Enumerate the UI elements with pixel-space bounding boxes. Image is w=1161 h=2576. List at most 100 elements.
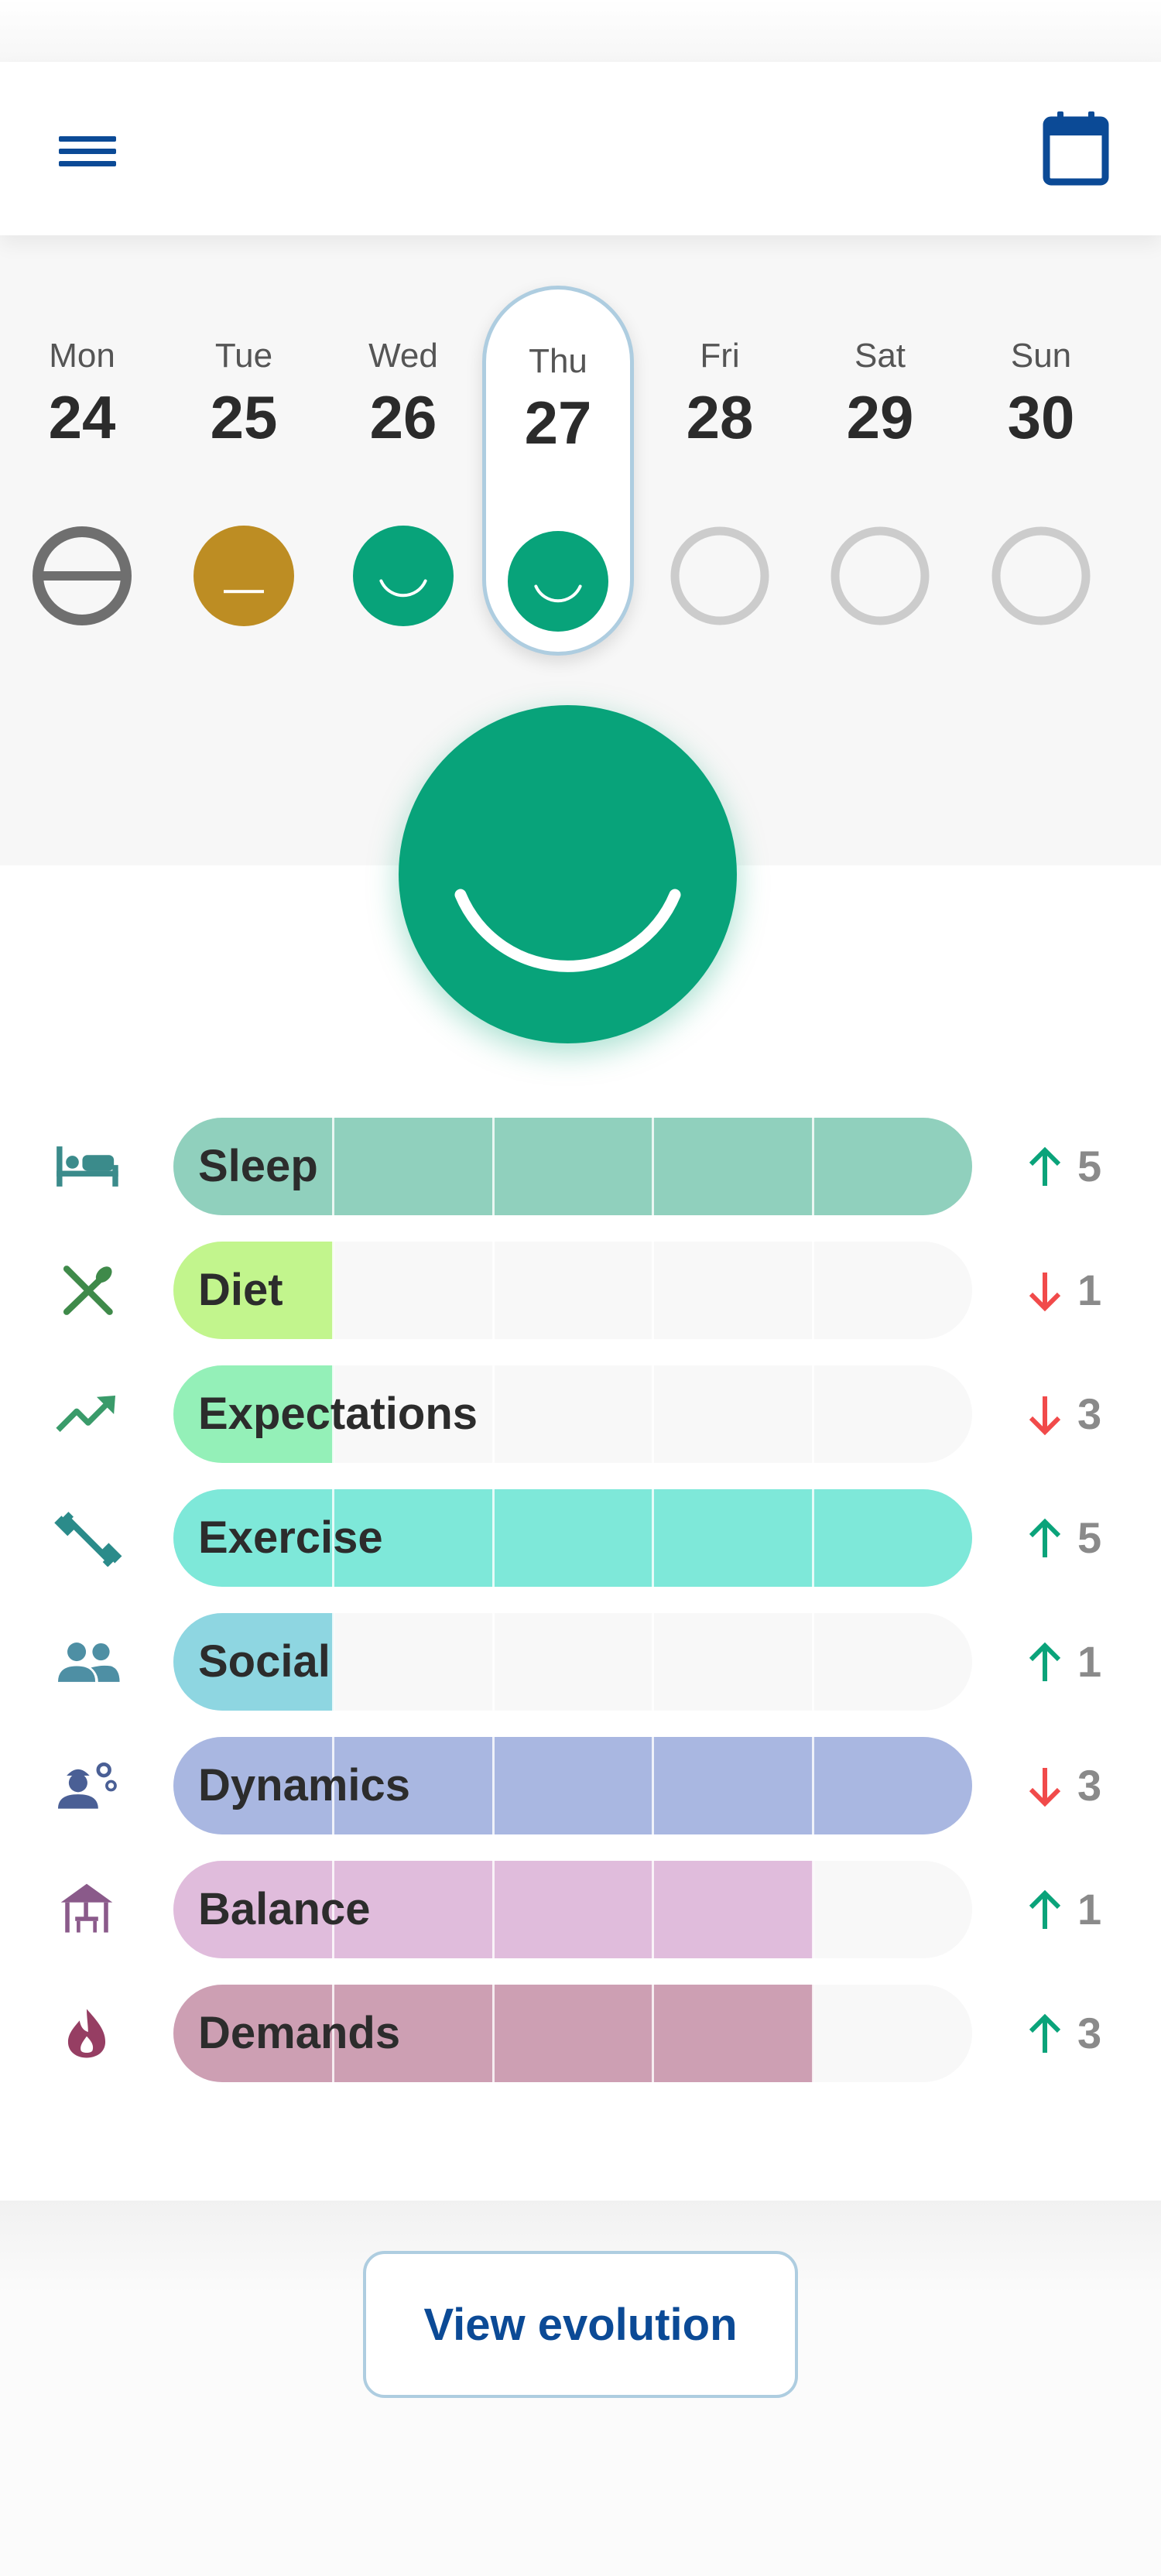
- bar-divider: [491, 1118, 495, 1215]
- category-score: 3: [1077, 1761, 1102, 1810]
- arrow-up-icon: [1022, 2009, 1068, 2059]
- bed-icon: [48, 1138, 125, 1195]
- arrow-down-icon: [1022, 1266, 1068, 1316]
- category-label: Exercise: [198, 1512, 383, 1563]
- mood-empty-icon: [830, 526, 930, 626]
- day-date: 30: [1007, 383, 1075, 451]
- category-label: Balance: [198, 1884, 371, 1934]
- category-label: Expectations: [198, 1389, 478, 1439]
- day-date: 29: [846, 383, 914, 451]
- category-score: 3: [1077, 1389, 1102, 1438]
- bar-divider: [811, 1365, 814, 1463]
- dumbbell-icon: [48, 1509, 125, 1567]
- today-mood-happy-icon: [399, 705, 737, 1043]
- fork-spoon-icon: [48, 1262, 125, 1319]
- arrow-down-icon: [1022, 1390, 1068, 1440]
- day-sat[interactable]: Sat 29: [800, 290, 960, 626]
- category-score: 1: [1077, 1637, 1102, 1686]
- bar-segment: [492, 1118, 654, 1215]
- category-score: 1: [1077, 1266, 1102, 1314]
- category-score: 5: [1077, 1513, 1102, 1562]
- day-date: 26: [369, 383, 437, 451]
- category-bar-sleep[interactable]: Sleep: [173, 1118, 972, 1215]
- bar-divider: [811, 1737, 814, 1834]
- day-name: Wed: [368, 337, 438, 375]
- bar-divider: [491, 1861, 495, 1958]
- arrow-up-icon: [1022, 1638, 1068, 1687]
- day-wed[interactable]: Wed 26: [324, 290, 483, 626]
- bar-divider: [811, 1861, 814, 1958]
- day-mon[interactable]: Mon 24: [2, 290, 162, 626]
- day-name: Mon: [49, 337, 115, 375]
- arrow-up-icon: [1022, 1142, 1068, 1192]
- day-name: Fri: [700, 337, 740, 375]
- bar-segment: [652, 1118, 813, 1215]
- day-date: 27: [524, 389, 592, 457]
- category-bar-demands[interactable]: Demands: [173, 1985, 972, 2082]
- category-row-exercise: Exercise 5: [0, 1488, 1161, 1588]
- menu-button[interactable]: [45, 116, 130, 186]
- arrow-up-icon: [1022, 1514, 1068, 1564]
- people-icon: [48, 1633, 125, 1690]
- bar-divider: [652, 1365, 655, 1463]
- bar-divider: [652, 1118, 655, 1215]
- calendar-button[interactable]: [1029, 108, 1122, 194]
- category-bar-dynamics[interactable]: Dynamics: [173, 1737, 972, 1834]
- bar-segment: [333, 1118, 494, 1215]
- bar-divider: [491, 1365, 495, 1463]
- category-bar-exercise[interactable]: Exercise: [173, 1489, 972, 1587]
- category-label: Sleep: [198, 1141, 318, 1191]
- trending-up-icon: [48, 1386, 125, 1443]
- bar-divider: [491, 1613, 495, 1711]
- category-label: Dynamics: [198, 1760, 411, 1810]
- bar-divider: [652, 1861, 655, 1958]
- day-sun[interactable]: Sun 30: [961, 290, 1121, 625]
- bar-divider: [491, 1489, 495, 1587]
- day-fri[interactable]: Fri 28: [640, 290, 800, 625]
- day-name: Sun: [1010, 337, 1072, 375]
- bar-divider: [652, 1613, 655, 1711]
- hamburger-menu-icon: [59, 136, 116, 166]
- bar-segment: [492, 1985, 654, 2082]
- arrow-down-icon: [1022, 1762, 1068, 1811]
- bar-segment: [492, 1861, 654, 1958]
- bar-divider: [491, 1242, 495, 1339]
- category-row-sleep: Sleep 5: [0, 1116, 1161, 1217]
- bar-divider: [332, 1118, 335, 1215]
- category-bar-expectations[interactable]: Expectations: [173, 1365, 972, 1463]
- flame-icon: [48, 2005, 125, 2062]
- mood-no-entry-icon: [32, 526, 132, 626]
- day-tue[interactable]: Tue 25: [164, 290, 324, 626]
- category-label: Social: [198, 1636, 330, 1687]
- day-date: 25: [210, 383, 278, 451]
- bar-divider: [811, 1985, 814, 2082]
- bar-segment: [492, 1737, 654, 1834]
- bar-segment: [652, 1737, 813, 1834]
- bar-segment: [812, 1118, 972, 1215]
- view-evolution-button[interactable]: View evolution: [363, 2251, 798, 2398]
- category-bar-balance[interactable]: Balance: [173, 1861, 972, 1958]
- bar-divider: [332, 1242, 335, 1339]
- bar-divider: [811, 1242, 814, 1339]
- category-row-social: Social 1: [0, 1612, 1161, 1712]
- bar-divider: [652, 1489, 655, 1587]
- category-bar-diet[interactable]: Diet: [173, 1242, 972, 1339]
- day-thu[interactable]: Thu 27: [482, 286, 634, 656]
- day-date: 24: [48, 383, 116, 451]
- mood-happy-icon: [508, 531, 608, 632]
- day-name: Thu: [529, 342, 587, 380]
- day-name: Sat: [854, 337, 906, 375]
- bar-divider: [652, 1985, 655, 2082]
- app-header: [0, 62, 1161, 235]
- mood-neutral-icon: [194, 526, 294, 626]
- bar-segment: [652, 1861, 813, 1958]
- bar-divider: [811, 1489, 814, 1587]
- day-date: 28: [686, 383, 754, 451]
- category-row-diet: Diet 1: [0, 1240, 1161, 1341]
- calendar-icon: [1043, 111, 1109, 186]
- bar-segment: [812, 1737, 972, 1834]
- category-row-demands: Demands 3: [0, 1983, 1161, 2084]
- category-bar-social[interactable]: Social: [173, 1613, 972, 1711]
- bar-divider: [491, 1737, 495, 1834]
- worker-gears-icon: [48, 1757, 125, 1814]
